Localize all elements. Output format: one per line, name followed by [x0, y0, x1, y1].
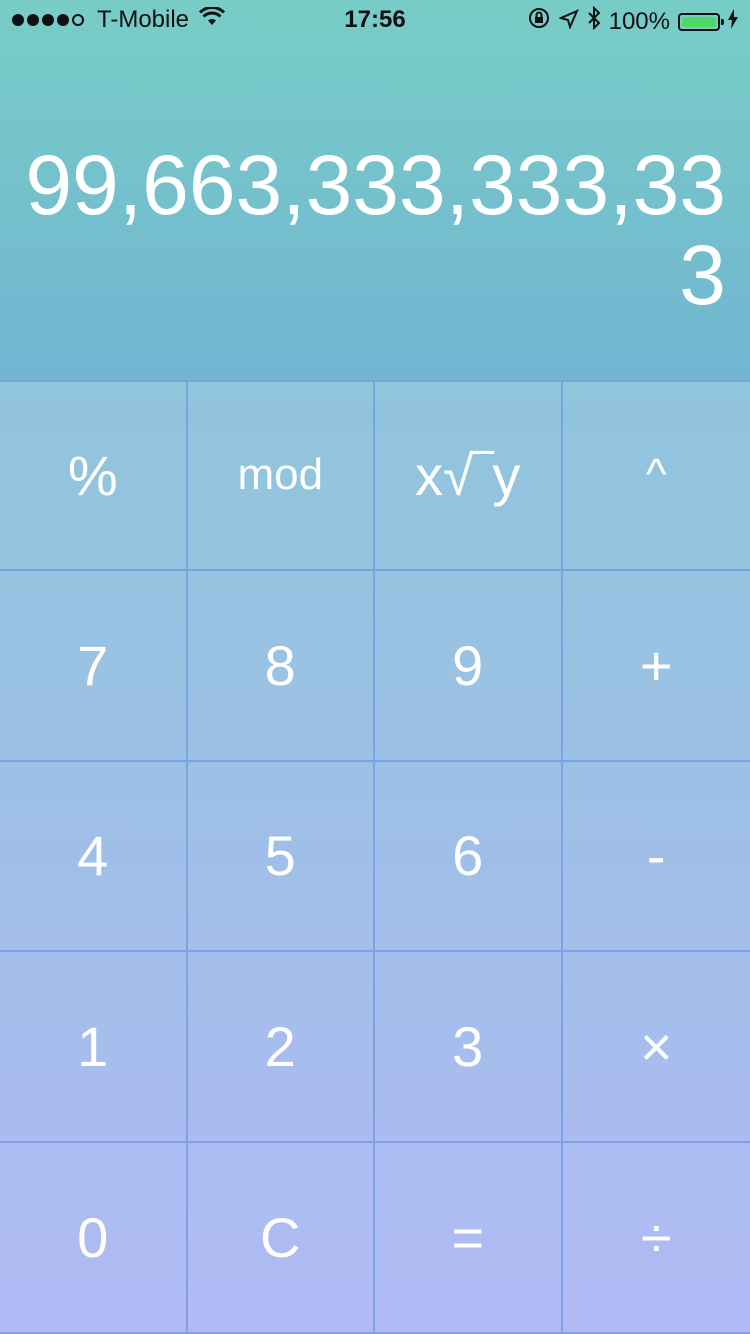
keypad: % mod x√‾y ^ 7 8 9 + 4 5 6 - 1 2 3 × 0 C… — [0, 380, 750, 1334]
subtract-key[interactable]: - — [562, 761, 750, 953]
digit-5-key[interactable]: 5 — [187, 761, 375, 953]
location-icon — [557, 8, 579, 36]
calculator-display: 99,663,333,333,33 3 — [24, 140, 726, 320]
divide-key[interactable]: ÷ — [562, 1143, 750, 1334]
digit-9-key[interactable]: 9 — [375, 570, 563, 762]
status-bar: T-Mobile 17:56 100% — [0, 0, 750, 40]
rotation-lock-icon — [527, 6, 551, 37]
nth-root-key[interactable]: x√‾y — [375, 380, 563, 571]
digit-6-key[interactable]: 6 — [375, 761, 563, 953]
display-value-line-2: 3 — [679, 228, 726, 322]
digit-7-key[interactable]: 7 — [0, 570, 188, 762]
equals-key[interactable]: = — [375, 1143, 563, 1334]
clear-key[interactable]: C — [187, 1143, 375, 1334]
digit-1-key[interactable]: 1 — [0, 952, 188, 1144]
percent-key[interactable]: % — [0, 380, 188, 571]
digit-8-key[interactable]: 8 — [187, 570, 375, 762]
battery-icon — [678, 12, 724, 31]
battery-percentage: 100% — [608, 7, 670, 35]
multiply-key[interactable]: × — [562, 952, 750, 1144]
bluetooth-icon — [587, 5, 601, 37]
digit-3-key[interactable]: 3 — [375, 952, 563, 1144]
display-value-line-1: 99,663,333,333,33 — [25, 138, 726, 232]
digit-2-key[interactable]: 2 — [187, 952, 375, 1144]
charging-icon — [728, 8, 738, 36]
status-right: 100% — [519, 5, 738, 37]
digit-4-key[interactable]: 4 — [0, 761, 188, 953]
add-key[interactable]: + — [562, 570, 750, 762]
digit-0-key[interactable]: 0 — [0, 1143, 188, 1334]
mod-key[interactable]: mod — [187, 380, 375, 571]
power-key[interactable]: ^ — [562, 380, 750, 571]
